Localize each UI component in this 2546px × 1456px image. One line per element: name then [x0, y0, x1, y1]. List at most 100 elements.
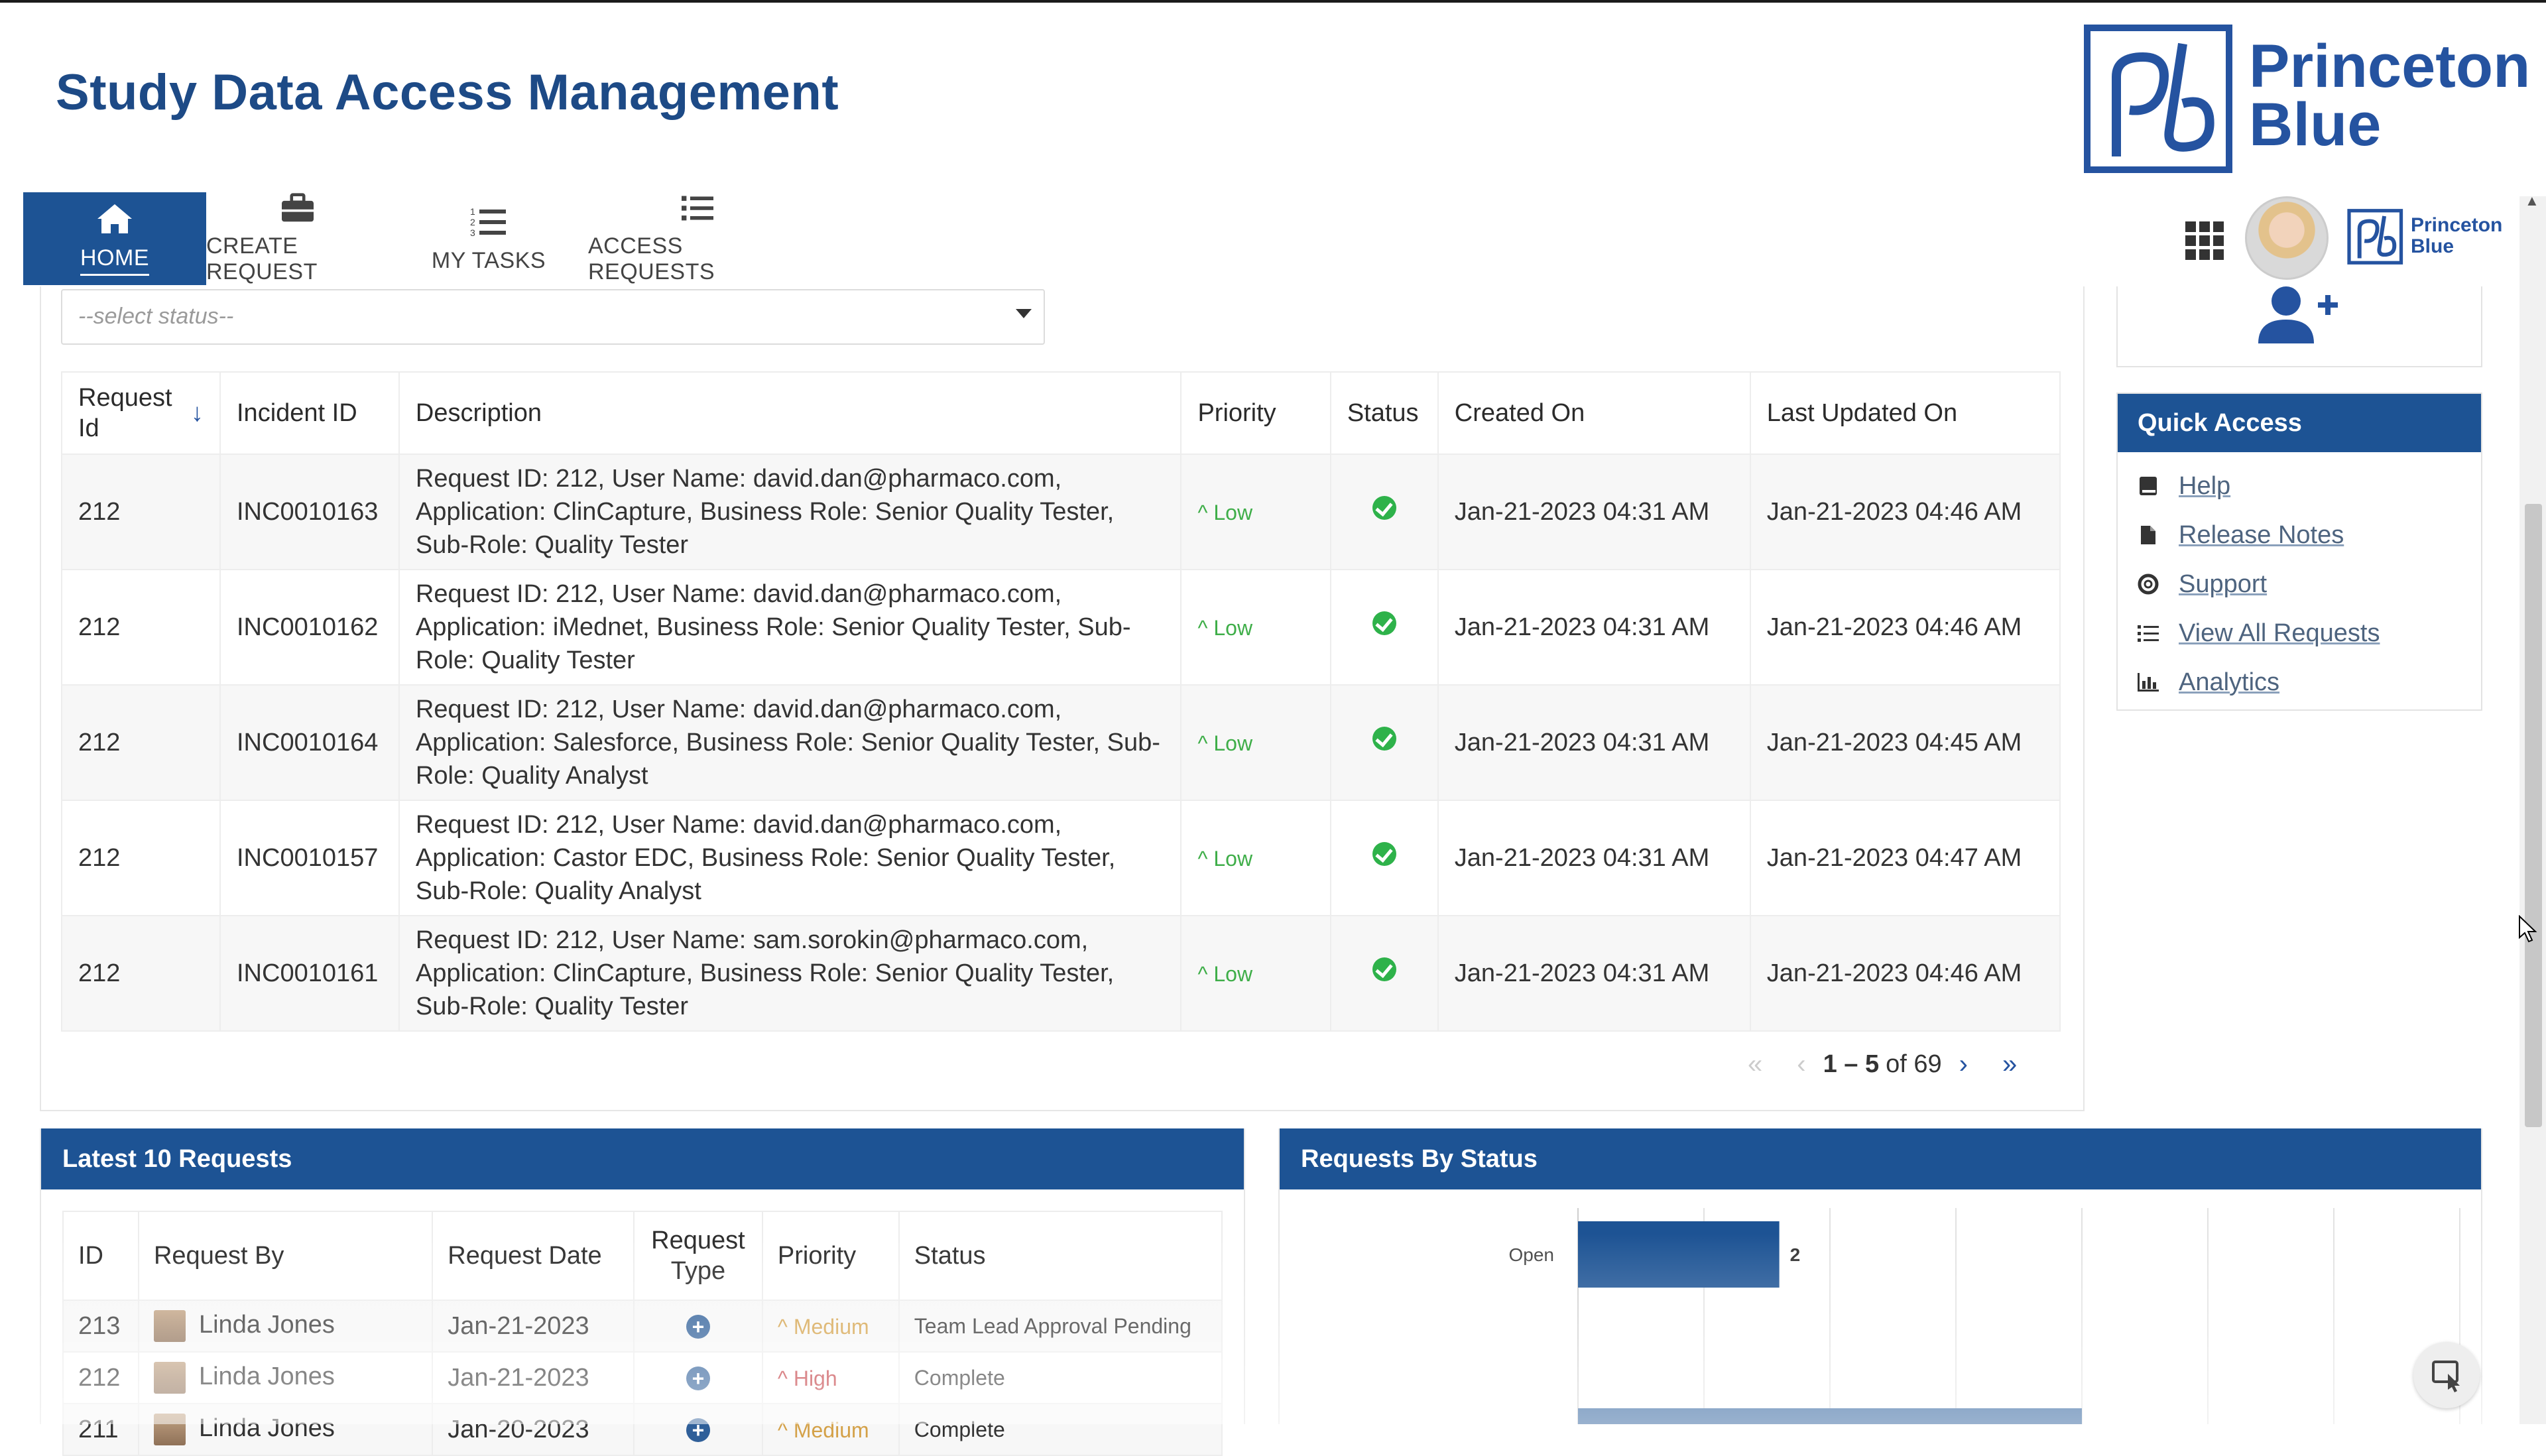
- brand-name-line1: Princeton: [2249, 32, 2531, 100]
- latest-requests-table: ID Request By Request Date Request Type …: [62, 1211, 1223, 1456]
- nav-my-tasks[interactable]: 123 MY TASKS: [389, 192, 588, 285]
- request-id[interactable]: 212: [62, 1351, 139, 1404]
- nav-my-tasks-label: MY TASKS: [431, 247, 546, 273]
- request-description: Request ID: 212, User Name: david.dan@ph…: [398, 454, 1182, 570]
- col-last-updated-on[interactable]: Last Updated On: [1749, 371, 2061, 455]
- incident-id-link[interactable]: INC0010157: [219, 800, 400, 916]
- floating-action-button[interactable]: [2413, 1342, 2480, 1408]
- table-row[interactable]: 213 Linda Jones Jan-21-2023 + ^ Medium T…: [62, 1300, 1223, 1353]
- col-status[interactable]: Status: [1329, 371, 1439, 455]
- request-id-link[interactable]: 212: [61, 684, 221, 801]
- last-updated-on: Jan-21-2023 04:45 AM: [1749, 684, 2061, 801]
- priority-cell: ^ Low: [1180, 569, 1331, 686]
- quick-access-help[interactable]: Help: [2118, 461, 2481, 511]
- list-icon: [682, 196, 713, 221]
- status-filter-select[interactable]: --select status--: [61, 289, 1045, 345]
- chevron-up-icon: ^: [1197, 500, 1214, 524]
- col-request-id[interactable]: Request Id ↓: [61, 371, 221, 455]
- sort-desc-icon[interactable]: ↓: [191, 398, 204, 428]
- request-id[interactable]: 211: [62, 1403, 139, 1456]
- request-type-cell: +: [633, 1403, 763, 1456]
- nav-create-request-label: CREATE REQUEST: [206, 233, 318, 284]
- scroll-up-arrow-icon[interactable]: ▲: [2525, 192, 2539, 210]
- plus-circle-icon: +: [686, 1366, 710, 1390]
- priority-label: Low: [1213, 615, 1253, 640]
- col-request-date[interactable]: Request Date: [432, 1211, 635, 1301]
- prev-page-icon[interactable]: ‹: [1797, 1050, 1805, 1079]
- add-user-icon[interactable]: [2254, 285, 2340, 345]
- col-created-on[interactable]: Created On: [1437, 371, 1751, 455]
- chart-bar[interactable]: [1578, 1221, 1780, 1288]
- latest-requests-title: Latest 10 Requests: [41, 1128, 1244, 1189]
- request-date: Jan-21-2023: [432, 1351, 635, 1404]
- request-id-link[interactable]: 212: [61, 569, 221, 686]
- scrollbar-thumb[interactable]: [2525, 504, 2542, 1127]
- latest-requests-panel: Latest 10 Requests ID Request By Request…: [40, 1128, 1245, 1456]
- col-request-type[interactable]: Request Type: [633, 1211, 763, 1301]
- col-incident-id[interactable]: Incident ID: [219, 371, 400, 455]
- first-page-icon[interactable]: «: [1748, 1050, 1762, 1079]
- table-row[interactable]: 212 INC0010157 Request ID: 212, User Nam…: [61, 800, 2061, 916]
- main-nav: HOME CREATE REQUEST 123 MY TASKS ACCESS …: [23, 192, 807, 285]
- request-by-cell: Linda Jones: [137, 1403, 434, 1456]
- request-type-cell: +: [633, 1351, 763, 1404]
- request-description: Request ID: 212, User Name: david.dan@ph…: [398, 684, 1182, 801]
- priority-cell: ^ Low: [1180, 454, 1331, 570]
- incident-id-link[interactable]: INC0010164: [219, 684, 400, 801]
- nav-create-request[interactable]: CREATE REQUEST: [206, 192, 389, 285]
- last-updated-on: Jan-21-2023 04:46 AM: [1749, 915, 2061, 1032]
- incident-id-link[interactable]: INC0010162: [219, 569, 400, 686]
- quick-access-release-notes[interactable]: Release Notes: [2118, 511, 2481, 560]
- request-id-link[interactable]: 212: [61, 454, 221, 570]
- nav-access-requests[interactable]: ACCESS REQUESTS: [588, 192, 807, 285]
- priority-label: Low: [1213, 846, 1253, 871]
- request-id-link[interactable]: 212: [61, 915, 221, 1032]
- double-chevron-up-icon: ^: [777, 1366, 794, 1390]
- incident-id-link[interactable]: INC0010163: [219, 454, 400, 570]
- nav-home-label: HOME: [80, 245, 149, 276]
- created-on: Jan-21-2023 04:31 AM: [1437, 454, 1751, 570]
- quick-access-analytics[interactable]: Analytics: [2118, 658, 2481, 707]
- table-row[interactable]: 212 INC0010164 Request ID: 212, User Nam…: [61, 684, 2061, 801]
- col-request-by[interactable]: Request By: [137, 1211, 434, 1301]
- svg-text:2: 2: [470, 217, 475, 227]
- apps-grid-icon[interactable]: [2185, 221, 2224, 260]
- nav-home[interactable]: HOME: [23, 192, 206, 285]
- check-circle-icon: [1372, 496, 1396, 520]
- request-date: Jan-20-2023: [432, 1403, 635, 1456]
- svg-text:3: 3: [470, 227, 475, 238]
- last-page-icon[interactable]: »: [2002, 1050, 2017, 1079]
- table-row[interactable]: 211 Linda Jones Jan-20-2023 + ^ Medium C…: [62, 1403, 1223, 1456]
- status-cell: [1329, 684, 1439, 801]
- next-page-icon[interactable]: ›: [1959, 1050, 1968, 1079]
- page-title: Study Data Access Management: [56, 64, 839, 121]
- cursor-select-icon: [2432, 1361, 2460, 1392]
- princeton-blue-mark-icon: [2084, 25, 2232, 173]
- table-row[interactable]: 212 Linda Jones Jan-21-2023 + ^ High Com…: [62, 1351, 1223, 1404]
- col-status[interactable]: Status: [898, 1211, 1223, 1301]
- request-id-link[interactable]: 212: [61, 800, 221, 916]
- col-description[interactable]: Description: [398, 371, 1182, 455]
- col-request-id-label: Request Id: [78, 384, 172, 442]
- princeton-blue-mark-icon: [2347, 209, 2403, 265]
- table-row[interactable]: 212 INC0010163 Request ID: 212, User Nam…: [61, 454, 2061, 570]
- quick-access-view-all-requests[interactable]: View All Requests: [2118, 609, 2481, 658]
- chevron-up-icon: ^: [777, 1418, 794, 1442]
- incident-id-link[interactable]: INC0010161: [219, 915, 400, 1032]
- chart-bar-partial[interactable]: [1578, 1408, 2082, 1435]
- col-id[interactable]: ID: [62, 1211, 139, 1301]
- table-row[interactable]: 212 INC0010162 Request ID: 212, User Nam…: [61, 569, 2061, 686]
- col-priority[interactable]: Priority: [1180, 371, 1331, 455]
- window-top-edge: [0, 0, 2546, 3]
- chart-category-label: Open: [1509, 1244, 1555, 1265]
- check-circle-icon: [1372, 957, 1396, 981]
- nav-access-requests-label: ACCESS REQUESTS: [588, 233, 715, 284]
- user-avatar[interactable]: [2245, 196, 2329, 280]
- last-updated-on: Jan-21-2023 04:46 AM: [1749, 569, 2061, 686]
- request-id[interactable]: 213: [62, 1300, 139, 1353]
- priority-cell: ^ High: [761, 1351, 900, 1404]
- check-circle-icon: [1372, 842, 1396, 866]
- table-row[interactable]: 212 INC0010161 Request ID: 212, User Nam…: [61, 915, 2061, 1032]
- quick-access-support[interactable]: Support: [2118, 560, 2481, 609]
- col-priority[interactable]: Priority: [761, 1211, 900, 1301]
